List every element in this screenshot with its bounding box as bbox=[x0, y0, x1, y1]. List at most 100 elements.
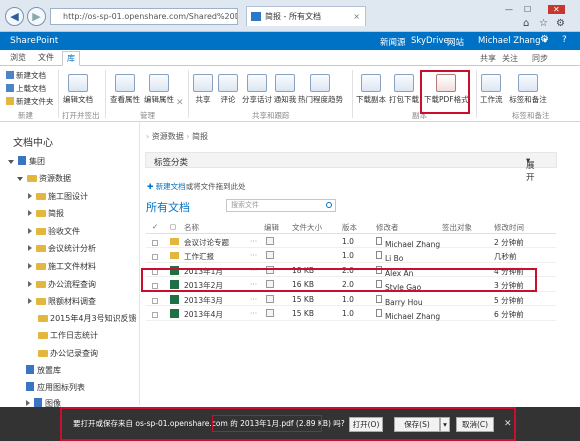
new-document-button[interactable]: 新建文档 bbox=[6, 70, 46, 81]
ellipsis-icon[interactable]: ··· bbox=[250, 237, 257, 246]
nav-item[interactable]: 办公流程查询 bbox=[28, 279, 96, 291]
edit-icon[interactable] bbox=[266, 236, 274, 247]
favorites-icon[interactable]: ☆ bbox=[539, 18, 548, 29]
nav-item[interactable]: 施工文件材料 bbox=[28, 261, 96, 273]
workflow-button[interactable]: 工作流 bbox=[480, 74, 503, 105]
nav-item[interactable]: 验收文件 bbox=[28, 226, 80, 238]
breadcrumb-item[interactable]: 资源数据 bbox=[152, 132, 184, 141]
tab-files[interactable]: 文件 bbox=[34, 51, 58, 66]
classification-label: 标签分类 bbox=[154, 158, 189, 168]
edit-icon[interactable] bbox=[266, 309, 274, 319]
share-page-link[interactable]: 共享 bbox=[480, 53, 496, 64]
ellipsis-icon[interactable]: ··· bbox=[250, 251, 257, 260]
tag-classification-bar[interactable]: 标签分类 展开 ▾ bbox=[145, 152, 557, 183]
nav-item[interactable]: 2015年4月3号知识反馈 bbox=[38, 313, 137, 325]
sites-link[interactable]: 网站 bbox=[447, 36, 464, 48]
ellipsis-icon[interactable]: ··· bbox=[250, 295, 257, 304]
new-folder-button[interactable]: 新建文件夹 bbox=[6, 96, 54, 107]
col-modified[interactable]: 修改时间 bbox=[494, 222, 524, 233]
folder-icon bbox=[38, 315, 48, 322]
file-version: 1.0 bbox=[342, 309, 354, 318]
newsfeed-link[interactable]: 新闻源 bbox=[380, 36, 406, 48]
skydrive-link[interactable]: SkyDrive bbox=[411, 36, 449, 46]
modified-time: 几秒前 bbox=[494, 252, 517, 261]
settings-gear-icon[interactable]: ⚙ bbox=[540, 34, 549, 45]
minimize-button[interactable]: — bbox=[505, 5, 513, 14]
file-name[interactable]: 2013年3月 bbox=[184, 295, 223, 306]
nav-item-resources[interactable]: 资源数据 bbox=[17, 173, 71, 185]
expand-toggle[interactable]: 展开 ▾ bbox=[526, 156, 535, 183]
edit-icon[interactable] bbox=[266, 294, 274, 305]
tags-notes-button[interactable]: 标签和备注 bbox=[507, 74, 549, 105]
file-name[interactable]: 2013年4月 bbox=[184, 309, 223, 320]
edit-properties-button[interactable]: 编辑属性 bbox=[142, 74, 176, 105]
file-name[interactable]: 会议讨论专题 bbox=[184, 237, 229, 248]
edit-icon[interactable] bbox=[266, 251, 274, 261]
address-bar[interactable]: http://os-sp-01.openshare.com/Shared%20D bbox=[50, 8, 238, 25]
col-size[interactable]: 文件大小 bbox=[292, 222, 322, 233]
col-edit[interactable]: 编辑 bbox=[264, 222, 279, 233]
modifier[interactable]: Michael Zhang bbox=[376, 236, 440, 249]
view-title[interactable]: 所有文档 bbox=[146, 199, 190, 215]
nav-item-group[interactable]: 集团 bbox=[8, 156, 45, 168]
share-button[interactable]: 共享 bbox=[192, 74, 214, 105]
file-name[interactable]: 工作汇报 bbox=[184, 251, 214, 262]
browser-tab[interactable]: 简报 - 所有文档 × bbox=[246, 6, 366, 26]
follow-link[interactable]: 关注 bbox=[502, 53, 518, 64]
add-icon: ✚ bbox=[147, 182, 154, 191]
nav-item[interactable]: 办公记录查询 bbox=[38, 348, 98, 360]
home-icon[interactable]: ⌂ bbox=[523, 18, 529, 29]
nav-item[interactable]: 工作日志统计 bbox=[38, 330, 98, 342]
sharepoint-brand[interactable]: SharePoint bbox=[10, 36, 58, 46]
breadcrumb-item[interactable]: 简报 bbox=[192, 132, 208, 141]
breadcrumb-arrow-icon: › bbox=[146, 132, 150, 141]
help-icon[interactable]: ? bbox=[562, 35, 567, 45]
edit-document-button[interactable]: 编辑文档 bbox=[63, 74, 93, 105]
col-checkout[interactable]: 签出对象 bbox=[442, 222, 472, 233]
upload-document-button[interactable]: 上载文档 bbox=[6, 83, 46, 94]
share-discussion-button[interactable]: 分享话讨 bbox=[242, 74, 272, 105]
col-name[interactable]: 名称 bbox=[184, 222, 199, 233]
tab-library[interactable]: 库 bbox=[62, 51, 80, 66]
edit-props-icon bbox=[149, 74, 169, 92]
tab-close-icon[interactable]: × bbox=[353, 7, 360, 26]
modifier[interactable]: Michael Zhang bbox=[376, 309, 440, 321]
table-row[interactable]: 2013年3月 ··· 15 KB 1.0 Barry Hou 5 分钟前 bbox=[146, 292, 556, 307]
pack-download-button[interactable]: 打包下载 bbox=[389, 74, 419, 105]
maximize-button[interactable]: ☐ bbox=[524, 5, 531, 14]
delete-icon[interactable]: ✕ bbox=[176, 98, 184, 108]
view-properties-button[interactable]: 查看属性 bbox=[108, 74, 142, 105]
download-copy-button[interactable]: 下载副本 bbox=[356, 74, 386, 105]
window-close-button[interactable]: ✕ bbox=[548, 5, 565, 14]
search-input[interactable]: 搜索文件 bbox=[226, 199, 336, 212]
select-all-checkbox[interactable]: ✓ bbox=[152, 222, 158, 231]
nav-item-library[interactable]: 放置库 bbox=[26, 365, 61, 377]
popularity-trends-button[interactable]: 热门程度趋势 bbox=[298, 74, 343, 105]
nav-item[interactable]: 限额材料调查 bbox=[28, 296, 96, 308]
col-modifier[interactable]: 修改者 bbox=[376, 222, 399, 233]
browser-settings-icon[interactable]: ⚙ bbox=[556, 18, 565, 29]
search-icon[interactable] bbox=[326, 202, 332, 208]
ellipsis-icon[interactable]: ··· bbox=[250, 309, 257, 318]
table-row[interactable]: 会议讨论专题 ··· 1.0 Michael Zhang 2 分钟前 bbox=[146, 234, 556, 249]
nav-item-list[interactable]: 应用图标列表 bbox=[26, 382, 85, 394]
filename-highlight-box bbox=[212, 415, 322, 432]
nav-item[interactable]: 会议统计分析 bbox=[28, 243, 96, 255]
comment-button[interactable]: 评论 bbox=[217, 74, 239, 105]
nav-item[interactable]: 简报 bbox=[28, 208, 64, 220]
col-version[interactable]: 版本 bbox=[342, 222, 357, 233]
nav-item[interactable]: 施工图设计 bbox=[28, 191, 88, 203]
back-button[interactable]: ◀ bbox=[5, 7, 24, 26]
table-row[interactable]: 2013年4月 ··· 15 KB 1.0 Michael Zhang 6 分钟前 bbox=[146, 306, 556, 321]
forward-button[interactable]: ▶ bbox=[27, 7, 46, 26]
download-icon bbox=[361, 74, 381, 92]
table-row[interactable]: 工作汇报 ··· 1.0 Li Bo 几秒前 bbox=[146, 248, 556, 263]
modifier[interactable]: Barry Hou bbox=[376, 294, 423, 307]
user-menu[interactable]: Michael Zhang ▾ bbox=[478, 36, 547, 46]
alert-me-button[interactable]: 通知我 bbox=[272, 74, 298, 105]
sync-link[interactable]: 同步 bbox=[532, 53, 548, 64]
new-document-link[interactable]: 新建文档 bbox=[156, 182, 186, 191]
group-tags: 标签和备注 bbox=[512, 111, 550, 120]
tab-browse[interactable]: 浏览 bbox=[6, 51, 30, 66]
modifier[interactable]: Li Bo bbox=[376, 251, 403, 263]
